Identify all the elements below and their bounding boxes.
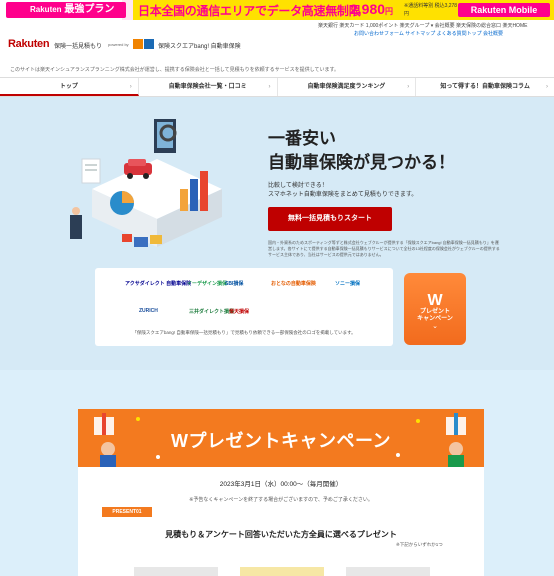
campaign-date: 2023年3月1日（水）00:00〜（毎月開催） bbox=[219, 481, 343, 488]
campaign-lead: 見積もり＆アンケート回答いただいた方全員に選べるプレゼント bbox=[165, 530, 397, 539]
partner-name: 保険スクエアbang! 自動車保険 bbox=[158, 44, 241, 50]
promo-brand-plan: Rakuten 最強プラン bbox=[6, 2, 126, 18]
badge-line2: キャンペーン bbox=[417, 316, 453, 322]
start-quote-button[interactable]: 無料一括見積もりスタート bbox=[268, 207, 392, 231]
insurer-logos: アクサダイレクト 自動車保険 イーデザイン損保 SBI損保 おとなの自動車保険 … bbox=[95, 268, 393, 346]
badge-line1: プレゼント bbox=[419, 309, 450, 315]
utility-bar: 楽天銀行 楽天カード 1,000ポイント 楽天グループ ▾ 会社概要 楽天保険の… bbox=[0, 20, 554, 37]
main-nav: トップ › 自動車保険会社一覧・口コミ › 自動車保険満足度ランキング › 知って得す… bbox=[0, 77, 554, 97]
partner-logo-icon bbox=[133, 39, 154, 49]
nav-item-ranking[interactable]: 自動車保険満足度ランキング › bbox=[278, 78, 417, 96]
insurer-footnote: 「保険スクエアbang! 自動車保険一括見積もり」で見積もり依頼できる一部保険会… bbox=[132, 330, 356, 335]
chevron-right-icon: › bbox=[407, 84, 410, 90]
insurer-logo: SBI損保 bbox=[225, 281, 244, 287]
insurer-logo: ZURICH bbox=[139, 308, 158, 314]
campaign-header: Wプレゼントキャンペーン bbox=[78, 409, 484, 467]
hero-illustration bbox=[62, 119, 232, 259]
insurer-logo: 三井ダイレクト損保 bbox=[189, 309, 235, 315]
campaign-section: Wプレゼントキャンペーン 2023年3月1日（水）00:00〜（毎月開催） ※予… bbox=[78, 409, 484, 576]
insurer-logo: 楽天損保 bbox=[229, 309, 250, 315]
prize-card[interactable] bbox=[134, 567, 218, 576]
utility-links-top[interactable]: 楽天銀行 楽天カード 1,000ポイント 楽天グループ ▾ 会社概要 楽天保険の… bbox=[318, 22, 527, 29]
present-tag: PRESENT01 bbox=[102, 507, 152, 517]
nav-item-top[interactable]: トップ › bbox=[0, 78, 139, 96]
hero-section: 一番安い 自動車保険が見つかる！ 比較して検討できる！ スマホネット自動車保険を… bbox=[0, 97, 554, 370]
promo-banner[interactable]: Rakuten 最強プラン 日本全国の通信エリアでデータ高速無制限 2,980円… bbox=[0, 0, 554, 20]
w-present-badge[interactable]: W プレゼント キャンペーン ⌄ bbox=[404, 273, 466, 345]
insurer-logo: ソニー損保 bbox=[335, 281, 361, 287]
hero-subtitle: 比較して検討できる！ スマホネット自動車保険をまとめて見積もりできます。 bbox=[268, 183, 418, 198]
promo-price-note: ※通話料等別 税込3,278円 bbox=[404, 3, 458, 17]
insurer-logo: おとなの自動車保険 bbox=[271, 281, 316, 287]
logo-subtitle: 保険一括見積もり bbox=[54, 44, 103, 50]
chevron-right-icon: › bbox=[546, 84, 548, 90]
nav-item-column[interactable]: 知って得する！自動車保険コラム › bbox=[416, 78, 554, 96]
rakuten-logo[interactable]: Rakuten bbox=[8, 38, 50, 50]
chevron-right-icon: › bbox=[268, 84, 271, 90]
badge-letter: W bbox=[427, 292, 443, 309]
prize-card[interactable] bbox=[240, 567, 324, 576]
insurer-logo: アクサダイレクト 自動車保険 bbox=[125, 281, 192, 287]
insurer-logo: イーデザイン損保 bbox=[187, 281, 228, 287]
prize-card[interactable] bbox=[346, 567, 430, 576]
site-header: Rakuten 保険一括見積もり powered by 保険スクエアbang! … bbox=[0, 36, 554, 58]
campaign-lead-note: ※下記からいずれか1つ bbox=[396, 542, 443, 547]
site-notice: このサイトは楽天インシュアランスプランニング株式会社が運営し、提携する保険会社と… bbox=[10, 67, 340, 73]
chevron-down-icon: ⌄ bbox=[432, 323, 438, 330]
promo-brand: Rakuten bbox=[30, 5, 62, 14]
powered-by-label: powered by bbox=[108, 42, 129, 47]
hero-illustration-icon bbox=[70, 119, 222, 247]
promo-right-brand[interactable]: Rakuten Mobile bbox=[458, 3, 550, 17]
chevron-right-icon: › bbox=[129, 84, 132, 90]
promo-price: 2,980円 bbox=[350, 1, 394, 17]
hero-title: 一番安い 自動車保険が見つかる！ bbox=[268, 129, 455, 172]
partner-logo bbox=[133, 39, 155, 49]
nav-item-companies[interactable]: 自動車保険会社一覧・口コミ › bbox=[139, 78, 278, 96]
hero-disclaimer: 国内・外資系のためスポーティング等ずと株式会社ウェブクルーが提供する「保険スクエ… bbox=[268, 240, 500, 257]
promo-plan: 最強プラン bbox=[64, 4, 115, 15]
promo-headline: 日本全国の通信エリアでデータ高速無制限 bbox=[138, 4, 361, 18]
campaign-title: Wプレゼントキャンペーン bbox=[170, 431, 392, 451]
campaign-date-note: ※予告なくキャンペーンを終了する場合がございますので、予めご了承ください。 bbox=[189, 497, 373, 503]
